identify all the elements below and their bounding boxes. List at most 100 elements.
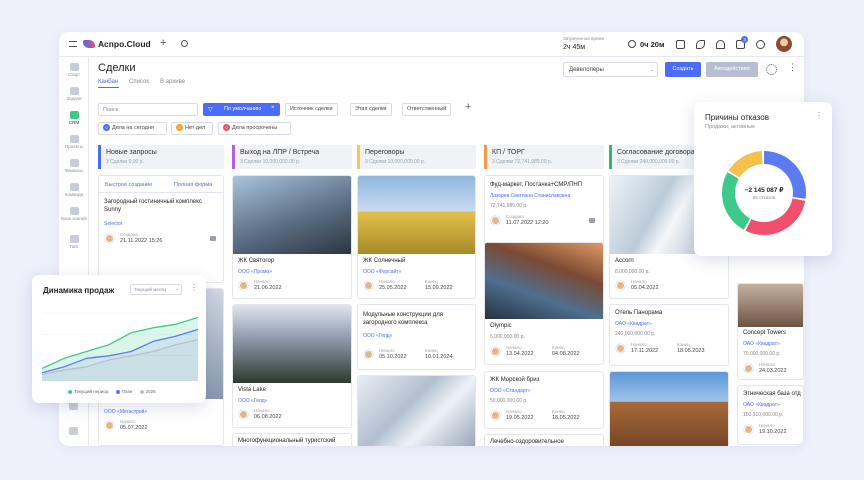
timer-icon[interactable] bbox=[628, 40, 636, 48]
settings-icon[interactable] bbox=[69, 402, 78, 410]
company-link[interactable]: ООО «Гелд» bbox=[238, 398, 267, 404]
deal-sum: 5,000,000.00 р. bbox=[490, 334, 525, 340]
sidebar-item-knowledge[interactable]: База знаний bbox=[59, 207, 89, 221]
start-label: Начало bbox=[120, 419, 136, 424]
add-icon[interactable]: + bbox=[160, 37, 166, 49]
phone-icon[interactable] bbox=[696, 40, 705, 49]
create-button[interactable]: Создать bbox=[665, 62, 701, 77]
column-header-negotiations[interactable]: Переговоры 3 Сделки 10,000,000.00 р. bbox=[357, 145, 476, 169]
tab-list[interactable]: Список bbox=[129, 79, 149, 85]
more-icon[interactable]: ⋮ bbox=[190, 283, 198, 292]
chat-icon[interactable] bbox=[69, 427, 78, 435]
deal-sum: 150,910,000.00 р. bbox=[743, 412, 784, 418]
donut-slice-4[interactable] bbox=[728, 151, 763, 178]
badge-no-tasks[interactable]: 0 Нет дел bbox=[171, 122, 213, 135]
deal-title[interactable]: Загородный гостиничный комплекс Sunny bbox=[104, 198, 216, 214]
user-avatar[interactable] bbox=[776, 36, 792, 52]
company-link[interactable]: ООО «Гелд» bbox=[363, 333, 392, 339]
contact-link[interactable]: Лазорев Светлана Станиславовна bbox=[490, 193, 570, 199]
sidebar-item-crm[interactable]: CRM bbox=[59, 111, 89, 125]
deal-title[interactable]: Этническая база отд bbox=[743, 391, 801, 397]
quick-create-tab[interactable]: Быстрое создание bbox=[105, 182, 152, 188]
deal-title[interactable]: Фуд-маркет, Постачка+СМР/ПНП bbox=[490, 182, 582, 188]
deal-title[interactable]: Olympic bbox=[490, 323, 512, 329]
deal-title[interactable]: Concept Towers bbox=[743, 330, 786, 336]
deal-card[interactable]: Этническая база отд ОАО «Квадрат» 150,91… bbox=[737, 385, 804, 445]
avatar bbox=[105, 421, 114, 430]
search-input[interactable]: Поиск bbox=[98, 103, 198, 116]
deal-title[interactable]: Лечебно-оздоровительное bbox=[490, 439, 564, 445]
deal-title[interactable]: ЖК Солнечный bbox=[363, 258, 405, 264]
deal-card[interactable]: ЖК Морской бриз ООО «Стандарт» 50,000,00… bbox=[484, 371, 604, 429]
default-filter-button[interactable]: ▽ По умолчанию × bbox=[203, 103, 280, 116]
sidebar-item-tasks[interactable]: Задачи bbox=[59, 87, 89, 101]
bell-icon[interactable] bbox=[716, 40, 725, 49]
deal-card[interactable]: ЖК Святогор ООО «Промо» Начало 21.06.202… bbox=[232, 175, 352, 299]
donut-slice-2[interactable] bbox=[745, 198, 806, 235]
deal-card[interactable]: Vista Lake ООО «Гелд» Начало 06.08.2022 bbox=[232, 304, 352, 428]
filter-chip-source[interactable]: Источник сделки bbox=[285, 103, 338, 116]
company-link[interactable]: ОАО «Квадрат» bbox=[743, 402, 780, 408]
more-icon[interactable]: ⋮ bbox=[788, 62, 797, 73]
column-header-offer[interactable]: КП / ТОРГ 3 Сделки 72,741,985.00 р. bbox=[484, 145, 604, 169]
add-filter-icon[interactable]: + bbox=[465, 101, 471, 113]
more-icon[interactable]: ⋮ bbox=[815, 111, 823, 120]
deal-card[interactable]: Лечебно-оздоровительное bbox=[484, 434, 604, 446]
close-icon[interactable]: × bbox=[271, 105, 275, 111]
deal-card[interactable]: ЖК Солнечный ООО «Форсайт» Начало 25.05.… bbox=[357, 175, 476, 299]
full-form-tab[interactable]: Полная форма bbox=[174, 182, 212, 188]
period-select[interactable]: Текущий месяц ⌄ bbox=[130, 284, 182, 295]
logo-text[interactable]: Аспро.Cloud bbox=[98, 39, 151, 49]
deal-card[interactable] bbox=[609, 371, 729, 446]
deal-card[interactable]: Olympic 5,000,000.00 р. Начало 13.04.202… bbox=[484, 242, 604, 365]
start-label: Начало bbox=[379, 279, 395, 284]
company-link[interactable]: ООО «Форсайт» bbox=[363, 269, 401, 275]
deal-card[interactable]: Отель Панорама ОАО «Квадрат» 240,000,000… bbox=[609, 304, 729, 366]
help-icon[interactable] bbox=[756, 40, 765, 49]
calendar-icon[interactable] bbox=[676, 40, 685, 49]
filter-chip-responsible[interactable]: Ответственный bbox=[402, 103, 452, 116]
avatar bbox=[616, 344, 625, 353]
badge-overdue[interactable]: 0 Дела просрочены bbox=[218, 122, 291, 135]
column-header-meeting[interactable]: Выход на ЛПР / Встреча 3 Сделки 10,000,00… bbox=[232, 145, 352, 169]
deal-title[interactable]: Многофункциональный туристский bbox=[238, 438, 335, 444]
deal-link[interactable]: Selector bbox=[104, 221, 122, 227]
donut-slice-3[interactable] bbox=[722, 172, 751, 230]
automation-button[interactable]: Автодействия bbox=[706, 62, 758, 77]
deal-card[interactable]: Concept Towers ОАО «Квадрат» 70,000,000.… bbox=[737, 283, 804, 380]
badge-overdue-count: 0 bbox=[223, 124, 230, 132]
deal-title[interactable]: Vista Lake bbox=[238, 387, 266, 393]
search-icon[interactable] bbox=[181, 40, 188, 47]
menu-icon[interactable] bbox=[69, 41, 77, 47]
sidebar-item-time[interactable]: Тайт bbox=[59, 235, 89, 249]
deal-title[interactable]: Отель Панорама bbox=[615, 310, 662, 316]
deal-card[interactable]: Модульные конструкции для загородного ко… bbox=[357, 304, 476, 370]
sidebar-item-start[interactable]: Старт bbox=[59, 63, 89, 77]
company-link[interactable]: ООО «Стандарт» bbox=[490, 388, 531, 394]
filter-chip-stage[interactable]: Этап сделки bbox=[350, 103, 392, 116]
company-link[interactable]: ООО «Мегастрой» bbox=[104, 409, 147, 415]
tab-archive[interactable]: В архиве bbox=[160, 79, 185, 85]
comment-icon[interactable] bbox=[589, 218, 595, 223]
sidebar-item-team[interactable]: Команда bbox=[59, 183, 89, 197]
column-header-new[interactable]: Новые запросы 3 Сделки 0,00 р. bbox=[98, 145, 224, 169]
company-link[interactable]: ООО «Промо» bbox=[238, 269, 272, 275]
deal-card[interactable] bbox=[357, 375, 476, 446]
gear-icon[interactable] bbox=[766, 64, 777, 75]
legend-current: Текущий период bbox=[68, 389, 108, 394]
badge-today[interactable]: 0 Дела на сегодня bbox=[98, 122, 167, 135]
tab-kanban[interactable]: Канбан bbox=[98, 79, 118, 85]
deal-title[interactable]: Модульные конструкции для загородного ко… bbox=[363, 311, 471, 327]
company-link[interactable]: ОАО «Квадрат» bbox=[615, 321, 652, 327]
deal-card[interactable]: Многофункциональный туристский bbox=[232, 433, 352, 446]
sidebar-item-projects[interactable]: Проекты bbox=[59, 135, 89, 149]
comment-icon[interactable] bbox=[210, 236, 216, 241]
deal-title[interactable]: ЖК Святогор bbox=[238, 258, 274, 264]
deal-title[interactable]: Accorn bbox=[615, 258, 634, 264]
timer-value[interactable]: 0ч 20м bbox=[640, 40, 665, 49]
company-link[interactable]: ОАО «Квадрат» bbox=[743, 341, 780, 347]
deal-photo bbox=[358, 376, 475, 446]
sidebar-item-finance[interactable]: Финансы bbox=[59, 159, 89, 173]
funnel-select[interactable]: Девелоперы ⌄ bbox=[563, 62, 658, 77]
deal-title[interactable]: ЖК Морской бриз bbox=[490, 377, 539, 383]
